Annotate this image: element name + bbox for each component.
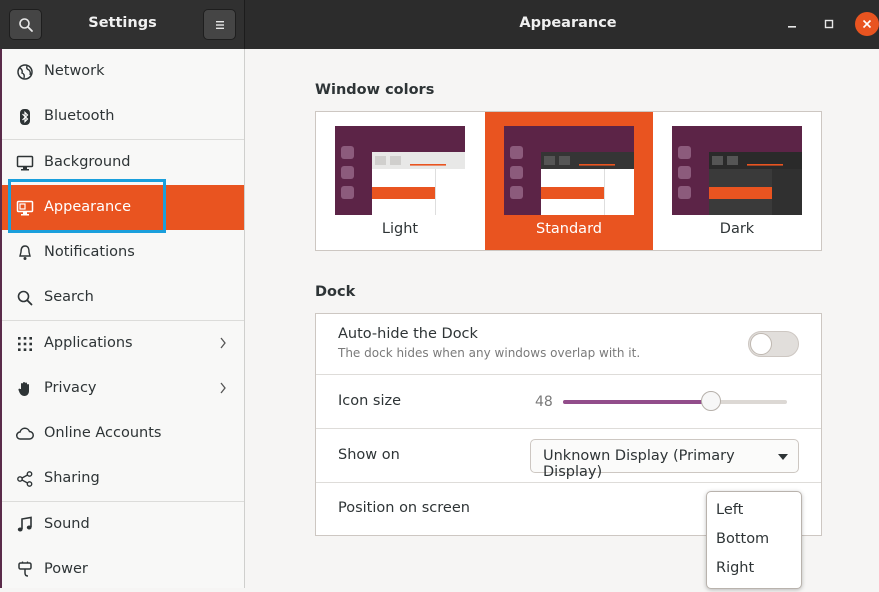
- window-colors-selector: Light Standard Dark: [315, 111, 822, 251]
- hamburger-menu-icon: [216, 21, 224, 29]
- app-title: Settings: [88, 15, 157, 31]
- sidebar-item-label: Online Accounts: [44, 425, 162, 441]
- bell-icon: [19, 245, 31, 260]
- icon-size-label: Icon size: [338, 393, 402, 409]
- sidebar-item-label: Privacy: [44, 380, 97, 396]
- sidebar-item-label: Applications: [44, 335, 133, 351]
- slider-fill: [563, 400, 711, 404]
- display-icon: [16, 155, 34, 171]
- auto-hide-label: Auto-hide the Dock: [338, 326, 478, 342]
- close-icon: [862, 19, 872, 29]
- color-option-standard[interactable]: Standard: [485, 112, 653, 250]
- page-title: Appearance: [519, 15, 617, 31]
- search-icon: [19, 18, 33, 32]
- position-option-bottom[interactable]: Bottom: [716, 531, 769, 547]
- position-option-left[interactable]: Left: [716, 502, 743, 518]
- sidebar-item-sound[interactable]: Sound: [2, 502, 244, 547]
- sidebar-item-label: Notifications: [44, 244, 135, 260]
- auto-hide-description: The dock hides when any windows overlap …: [338, 346, 641, 360]
- sidebar-item-label: Network: [44, 63, 105, 79]
- color-option-label: Light: [381, 221, 419, 237]
- show-on-value: Unknown Display (Primary Display): [543, 448, 735, 480]
- hand-icon: [18, 382, 29, 396]
- dock-title: Dock: [315, 284, 356, 300]
- slider-handle[interactable]: [700, 391, 721, 411]
- close-button[interactable]: [855, 12, 879, 36]
- color-option-light[interactable]: Light: [316, 112, 484, 250]
- icon-size-slider[interactable]: [563, 391, 787, 411]
- sidebar-header: Settings: [0, 0, 245, 49]
- icon-size-value: 48: [535, 394, 553, 410]
- sidebar-item-search[interactable]: Search: [2, 275, 244, 320]
- sidebar-item-label: Search: [44, 289, 94, 305]
- icon-size-row: Icon size 48: [316, 375, 821, 428]
- cloud-icon: [16, 427, 34, 440]
- menu-button[interactable]: [203, 9, 236, 40]
- search-icon: [17, 290, 33, 306]
- minimize-icon: [788, 26, 796, 28]
- dropdown-arrow-icon: [778, 454, 788, 460]
- sidebar-item-label: Power: [44, 561, 88, 577]
- focus-highlight: [8, 179, 166, 233]
- sidebar-item-notifications[interactable]: Notifications: [2, 230, 244, 275]
- sidebar-item-sharing[interactable]: Sharing: [2, 456, 244, 501]
- sidebar-item-label: Sound: [44, 516, 90, 532]
- apps-grid-icon: [18, 337, 32, 351]
- position-label: Position on screen: [338, 500, 470, 516]
- position-dropdown-menu: Left Bottom Right: [706, 491, 802, 589]
- maximize-icon: [824, 19, 834, 29]
- share-icon: [17, 471, 33, 487]
- search-button[interactable]: [9, 9, 42, 40]
- toggle-knob: [750, 333, 772, 355]
- sidebar-item-network[interactable]: Network: [2, 49, 244, 94]
- show-on-row: Show on Unknown Display (Primary Display…: [316, 429, 821, 482]
- color-option-dark[interactable]: Dark: [653, 112, 821, 250]
- auto-hide-toggle[interactable]: [748, 331, 799, 357]
- show-on-dropdown[interactable]: Unknown Display (Primary Display): [530, 439, 799, 480]
- dark-theme-thumbnail: [672, 126, 802, 215]
- power-icon: [18, 561, 32, 577]
- sidebar-item-online-accounts[interactable]: Online Accounts: [2, 411, 244, 456]
- maximize-button[interactable]: [817, 12, 841, 36]
- chevron-right-icon: [220, 382, 226, 394]
- music-note-icon: [17, 516, 32, 532]
- color-option-label: Dark: [719, 221, 755, 237]
- window-colors-title: Window colors: [315, 82, 435, 98]
- color-option-label: Standard: [536, 221, 602, 237]
- minimize-button[interactable]: [780, 12, 804, 36]
- sidebar-item-label: Bluetooth: [44, 108, 115, 124]
- standard-theme-thumbnail: [504, 126, 634, 215]
- bluetooth-icon: [20, 109, 30, 125]
- sidebar-item-label: Sharing: [44, 470, 100, 486]
- auto-hide-row: Auto-hide the Dock The dock hides when a…: [316, 314, 821, 374]
- show-on-label: Show on: [338, 447, 400, 463]
- sidebar-item-label: Background: [44, 154, 131, 170]
- sidebar-item-power[interactable]: Power: [2, 547, 244, 592]
- sidebar-item-bluetooth[interactable]: Bluetooth: [2, 94, 244, 139]
- position-option-right[interactable]: Right: [716, 560, 754, 576]
- header-bar: Settings Appearance: [0, 0, 879, 49]
- sidebar: Network Bluetooth Background Appearance: [2, 49, 245, 588]
- sidebar-item-applications[interactable]: Applications: [2, 321, 244, 366]
- chevron-right-icon: [220, 337, 226, 349]
- network-icon: [17, 64, 33, 80]
- light-theme-thumbnail: [335, 126, 465, 215]
- sidebar-item-privacy[interactable]: Privacy: [2, 366, 244, 411]
